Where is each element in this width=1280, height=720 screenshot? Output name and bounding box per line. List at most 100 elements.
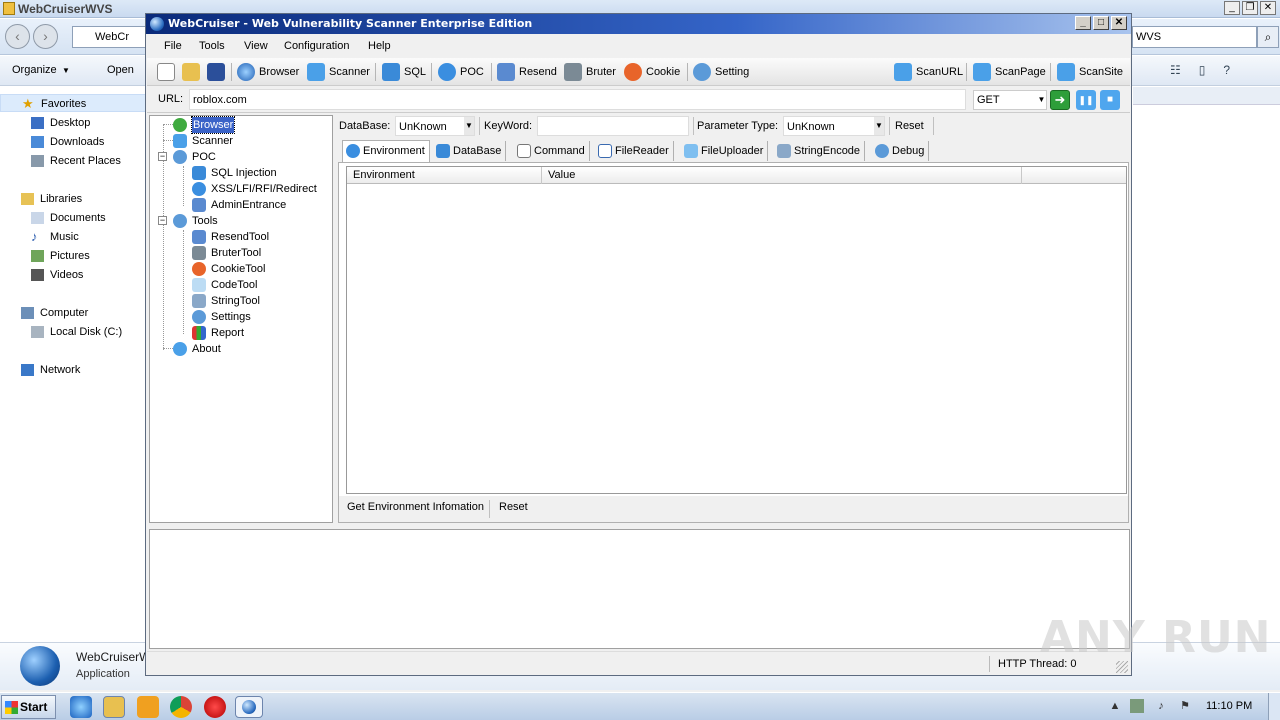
chevron-down-icon[interactable]: ▼ xyxy=(1037,91,1046,109)
resend-button[interactable]: Resend xyxy=(497,62,557,82)
nav-local-disk[interactable]: Local Disk (C:) xyxy=(0,323,146,341)
show-desktop-button[interactable] xyxy=(1268,693,1280,720)
speaker-icon[interactable]: ♪ xyxy=(1154,699,1168,713)
tree-label: About xyxy=(192,343,221,355)
menu-bar: File Tools View Configuration Help xyxy=(146,35,1131,57)
network-tray-icon[interactable] xyxy=(1130,699,1144,713)
scan-page-button[interactable]: ScanPage xyxy=(973,62,1046,82)
nav-label: Videos xyxy=(50,269,84,281)
scan-site-button[interactable]: ScanSite xyxy=(1057,62,1123,82)
nav-downloads[interactable]: Downloads xyxy=(0,133,146,151)
poc-collapse-toggle[interactable]: − xyxy=(158,152,167,161)
sql-button[interactable]: SQL xyxy=(382,62,426,82)
reset-environment-button[interactable]: Reset xyxy=(499,501,528,513)
method-select[interactable]: GET xyxy=(973,90,1047,110)
stop-button[interactable]: ■ xyxy=(1100,90,1120,110)
nav-favorites[interactable]: ★ Favorites xyxy=(0,94,146,112)
save-icon xyxy=(207,63,225,81)
menu-view[interactable]: View xyxy=(244,40,268,52)
tab-fileuploader[interactable]: FileUploader xyxy=(681,141,769,161)
go-button[interactable]: ➜ xyxy=(1050,90,1070,110)
media-player-icon[interactable] xyxy=(137,696,159,718)
tab-environment[interactable]: Environment xyxy=(342,140,430,162)
nav-computer[interactable]: Computer xyxy=(0,304,146,322)
view-options-icon[interactable]: ☷ xyxy=(1170,63,1181,77)
column-extra[interactable] xyxy=(1022,167,1126,184)
close-button[interactable]: ✕ xyxy=(1111,16,1127,30)
nav-music[interactable]: ♪ Music xyxy=(0,228,146,246)
keyword-input[interactable] xyxy=(537,116,689,136)
back-button[interactable]: ‹ xyxy=(5,24,30,49)
search-input[interactable]: WVS xyxy=(1132,26,1257,48)
explorer-icon[interactable] xyxy=(103,696,125,718)
column-environment[interactable]: Environment xyxy=(347,167,542,184)
database-label: DataBase: xyxy=(339,120,391,132)
open-button[interactable] xyxy=(182,62,202,82)
maximize-button[interactable]: □ xyxy=(1093,16,1109,30)
flag-icon[interactable]: ⚑ xyxy=(1178,699,1192,713)
open-button[interactable]: Open xyxy=(107,64,134,76)
webcruiser-titlebar: WebCruiser - Web Vulnerability Scanner E… xyxy=(146,14,1131,34)
close-button[interactable]: ✕ xyxy=(1260,1,1276,15)
cookie-button[interactable]: Cookie xyxy=(624,62,682,82)
menu-help[interactable]: Help xyxy=(368,40,391,52)
address-bar[interactable]: WebCr xyxy=(72,26,147,48)
scan-url-button[interactable]: ScanURL xyxy=(894,62,963,82)
nav-label: Documents xyxy=(50,212,106,224)
reset-button[interactable]: Reset xyxy=(895,120,924,132)
address-text: WebCr xyxy=(95,31,130,43)
new-button[interactable] xyxy=(157,62,177,82)
get-environment-button[interactable]: Get Environment Infomation xyxy=(347,501,484,513)
setting-label: Setting xyxy=(715,66,750,78)
nav-recent-places[interactable]: Recent Places xyxy=(0,152,146,170)
nav-pictures[interactable]: Pictures xyxy=(0,247,146,265)
setting-button[interactable]: Setting xyxy=(693,62,753,82)
menu-tools[interactable]: Tools xyxy=(199,40,225,52)
tab-stringencode[interactable]: StringEncode xyxy=(774,141,866,161)
tab-command[interactable]: Command xyxy=(514,141,590,161)
start-label: Start xyxy=(20,700,48,714)
menu-file[interactable]: File xyxy=(164,40,182,52)
clock[interactable]: 11:10 PM xyxy=(1206,700,1252,712)
tab-database[interactable]: DataBase xyxy=(433,141,507,161)
url-input[interactable]: roblox.com xyxy=(189,89,966,110)
help-icon[interactable]: ? xyxy=(1223,63,1230,77)
chrome-icon[interactable] xyxy=(170,696,192,718)
column-value[interactable]: Value xyxy=(542,167,1022,184)
chevron-up-icon[interactable]: ▲ xyxy=(1108,699,1122,713)
start-button[interactable]: Start xyxy=(1,695,56,719)
scanner-button[interactable]: Scanner xyxy=(307,62,370,82)
nav-videos[interactable]: Videos xyxy=(0,266,146,284)
taskbar: Start ▲ ♪ ⚑ 11:10 PM xyxy=(0,692,1280,720)
poc-button[interactable]: POC xyxy=(438,62,484,82)
database-select[interactable]: UnKnown ▼ xyxy=(395,116,475,136)
bruter-button[interactable]: Bruter xyxy=(564,62,619,82)
tab-label: Command xyxy=(534,145,585,157)
tab-filereader[interactable]: FileReader xyxy=(595,141,674,161)
nav-libraries[interactable]: Libraries xyxy=(0,190,146,208)
tab-debug[interactable]: Debug xyxy=(872,141,930,161)
restore-button[interactable]: ❐ xyxy=(1242,1,1258,15)
forward-button[interactable]: › xyxy=(33,24,58,49)
file-type: Application xyxy=(76,668,130,680)
preview-pane-icon[interactable]: ▯ xyxy=(1199,63,1206,77)
parameter-type-select[interactable]: UnKnown ▼ xyxy=(783,116,885,136)
organize-button[interactable]: Organize xyxy=(12,64,57,76)
cookie-icon xyxy=(192,262,206,276)
minimize-button[interactable]: _ xyxy=(1224,1,1240,15)
browser-button[interactable]: Browser xyxy=(237,62,299,82)
webcruiser-taskbar-button[interactable] xyxy=(235,696,263,718)
minimize-button[interactable]: _ xyxy=(1075,16,1091,30)
nav-documents[interactable]: Documents xyxy=(0,209,146,227)
pause-button[interactable]: ❚❚ xyxy=(1076,90,1096,110)
save-button[interactable] xyxy=(207,62,227,82)
nav-network[interactable]: Network xyxy=(0,361,146,379)
tools-collapse-toggle[interactable]: − xyxy=(158,216,167,225)
file-reader-icon xyxy=(598,144,612,158)
menu-configuration[interactable]: Configuration xyxy=(284,40,349,52)
nav-desktop[interactable]: Desktop xyxy=(0,114,146,132)
search-icon[interactable]: ⌕ xyxy=(1257,26,1279,48)
check-icon xyxy=(173,118,187,132)
internet-explorer-icon[interactable] xyxy=(70,696,92,718)
opera-icon[interactable] xyxy=(204,696,226,718)
